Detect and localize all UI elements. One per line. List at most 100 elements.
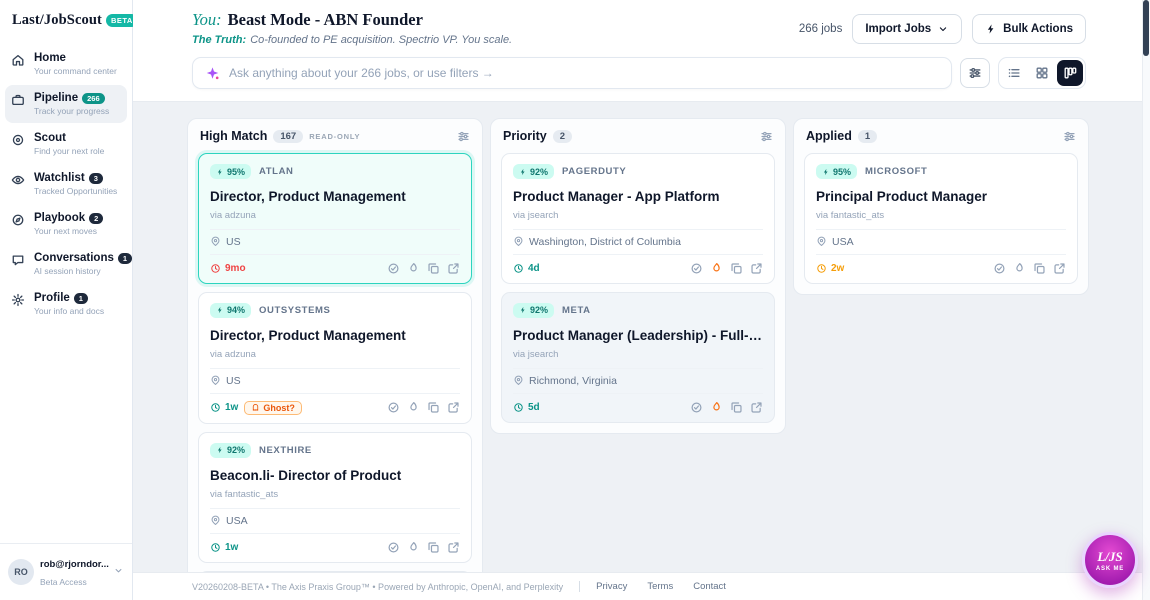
copy-action-button[interactable]	[730, 262, 743, 275]
copy-action-button[interactable]	[427, 541, 440, 554]
sidebar-item-conversations[interactable]: Conversations1AI session history	[5, 245, 127, 283]
flame-action-button[interactable]	[407, 262, 420, 275]
job-card[interactable]: 92% PAGERDUTY Product Manager - App Plat…	[501, 153, 775, 284]
flame-action-button[interactable]	[710, 401, 723, 414]
user-menu[interactable]: RO rob@rjorndor... Beta Access	[0, 543, 132, 600]
check-action-button[interactable]	[387, 541, 400, 554]
nav-label: Watchlist	[34, 172, 85, 184]
kanban-icon	[1063, 66, 1077, 80]
job-source: via adzuna	[210, 349, 460, 360]
check-action-button[interactable]	[387, 262, 400, 275]
open-job-button[interactable]	[1053, 262, 1066, 275]
open-job-button[interactable]	[447, 262, 460, 275]
company-name: META	[562, 305, 591, 316]
flame-action-button[interactable]	[407, 541, 420, 554]
sidebar-item-playbook[interactable]: Playbook2Your next moves	[5, 205, 127, 243]
sliders-icon	[457, 130, 470, 143]
job-source: via adzuna	[210, 210, 460, 221]
grid-view-button[interactable]	[1029, 60, 1055, 86]
job-age: 4d	[513, 263, 540, 274]
bolt-icon	[985, 23, 997, 35]
check-action-button[interactable]	[993, 262, 1006, 275]
import-jobs-button[interactable]: Import Jobs	[852, 14, 962, 44]
match-score-badge: 95%	[210, 164, 251, 179]
bulk-actions-button[interactable]: Bulk Actions	[972, 14, 1086, 44]
job-source: via jsearch	[513, 210, 763, 221]
job-source: via fantastic_ats	[816, 210, 1066, 221]
sidebar-item-home[interactable]: HomeYour command center	[5, 45, 127, 83]
flame-icon	[710, 262, 723, 275]
playbook-count-badge: 2	[89, 213, 103, 224]
open-job-button[interactable]	[750, 262, 763, 275]
check-action-button[interactable]	[690, 262, 703, 275]
you-label: You:	[192, 10, 222, 29]
nav-label: Profile	[34, 292, 70, 304]
nav-label: Conversations	[34, 252, 114, 264]
user-access-label: Beta Access	[40, 577, 87, 587]
external-link-icon	[750, 262, 763, 275]
check-action-button[interactable]	[690, 401, 703, 414]
check-circle-icon	[387, 401, 400, 414]
sidebar-item-scout[interactable]: ScoutFind your next role	[5, 125, 127, 163]
sidebar-item-pipeline[interactable]: Pipeline266Track your progress	[5, 85, 127, 123]
readonly-tag: READ-ONLY	[309, 132, 360, 141]
list-icon	[1007, 66, 1021, 80]
copy-action-button[interactable]	[730, 401, 743, 414]
search-input[interactable]	[229, 66, 939, 80]
job-age: 5d	[513, 402, 540, 413]
match-score-badge: 92%	[513, 303, 554, 318]
match-score-badge: 92%	[210, 443, 251, 458]
list-view-button[interactable]	[1001, 60, 1027, 86]
copy-action-button[interactable]	[427, 401, 440, 414]
map-pin-icon	[210, 515, 221, 526]
flame-icon	[1013, 262, 1026, 275]
bolt-icon	[519, 168, 527, 176]
nav-label: Playbook	[34, 212, 85, 224]
map-pin-icon	[513, 236, 524, 247]
map-pin-icon	[210, 375, 221, 386]
map-pin-icon	[816, 236, 827, 247]
copy-action-button[interactable]	[1033, 262, 1046, 275]
map-pin-icon	[513, 375, 524, 386]
copy-action-button[interactable]	[427, 262, 440, 275]
check-action-button[interactable]	[387, 401, 400, 414]
job-card[interactable]: 95% ATLAN Director, Product Management v…	[198, 153, 472, 284]
match-score-badge: 92%	[513, 164, 554, 179]
check-circle-icon	[993, 262, 1006, 275]
sidebar-item-profile[interactable]: Profile1Your info and docs	[5, 285, 127, 323]
open-job-button[interactable]	[447, 541, 460, 554]
kanban-view-button[interactable]	[1057, 60, 1083, 86]
page-footer: V20260208-BETA • The Axis Praxis Group™ …	[133, 572, 1150, 600]
flame-action-button[interactable]	[710, 262, 723, 275]
terms-link[interactable]: Terms	[647, 581, 673, 592]
column-sort-button[interactable]	[457, 130, 470, 143]
contact-link[interactable]: Contact	[693, 581, 726, 592]
column-sort-button[interactable]	[1063, 130, 1076, 143]
job-card[interactable]: 92% META Product Manager (Leadership) - …	[501, 292, 775, 423]
sidebar-item-watchlist[interactable]: Watchlist3Tracked Opportunities	[5, 165, 127, 203]
privacy-link[interactable]: Privacy	[596, 581, 627, 592]
job-card[interactable]: 92% NEXTHIRE Beacon.li- Director of Prod…	[198, 432, 472, 563]
filters-button[interactable]	[960, 58, 990, 88]
ai-search-bar[interactable]	[192, 57, 952, 89]
flame-action-button[interactable]	[407, 401, 420, 414]
column-sort-button[interactable]	[760, 130, 773, 143]
column-title: Priority	[503, 129, 547, 143]
job-card[interactable]: 95% MICROSOFT Principal Product Manager …	[804, 153, 1078, 284]
conversations-count-badge: 1	[118, 253, 132, 264]
page-scrollbar[interactable]	[1142, 0, 1150, 600]
flame-action-button[interactable]	[1013, 262, 1026, 275]
job-title: Product Manager (Leadership) - Full-time	[513, 328, 763, 345]
job-card[interactable]: 94% OUTSYSTEMS Director, Product Managem…	[198, 292, 472, 424]
scrollbar-thumb[interactable]	[1143, 0, 1149, 56]
ask-me-fab-button[interactable]: L/JS ASK ME	[1082, 532, 1138, 588]
clock-icon	[513, 402, 524, 413]
job-age: 2w	[816, 263, 844, 274]
open-job-button[interactable]	[750, 401, 763, 414]
job-source: via jsearch	[513, 349, 763, 360]
page-title: You:Beast Mode - ABN Founder	[192, 10, 512, 30]
nav-desc: Track your progress	[34, 106, 121, 116]
footer-divider	[579, 581, 580, 592]
home-icon	[11, 53, 25, 67]
open-job-button[interactable]	[447, 401, 460, 414]
